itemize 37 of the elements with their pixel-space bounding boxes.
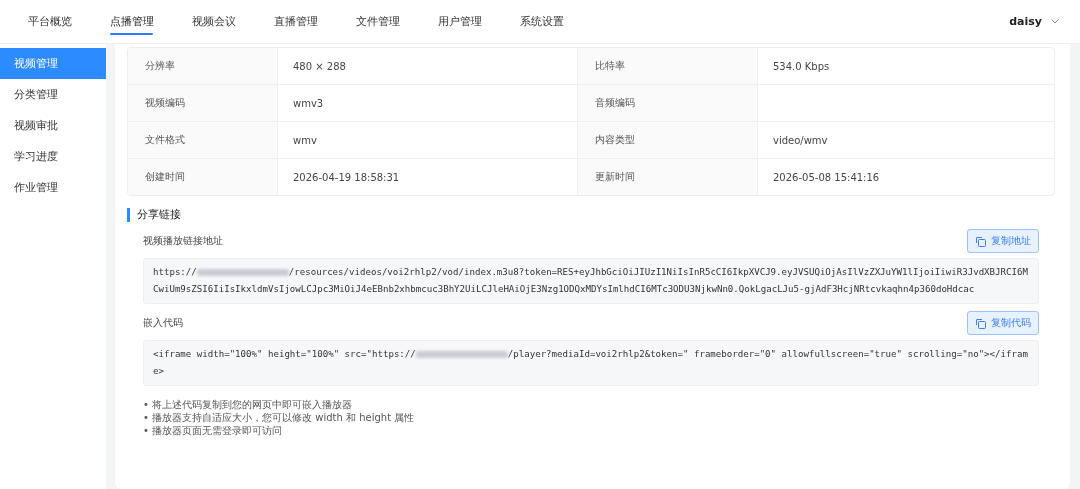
code-text: <iframe width="100%" height="100%" src="https:// /player?mediaId=voi2rhlp2&token=" frameborder="0" allowfullscreen="true" scrolling="no"></iframe> [153, 348, 1029, 378]
table-cell: 文件格式 [128, 122, 278, 158]
copy-icon [975, 235, 986, 247]
code-text: https:// /resources/videos/voi2rhlp2/vod/index.m3u8?token=RES+eyJhbGciOiJIUzI1NiIsInR5cCI6IkpXVCJ9.eyJVSUQiOjAsIlVzZXJuYW1lIjoiIiwiR3JvdXBJRCI6MCwiUm9sZSI6IiIsIkxldmVsIjowLCJpc3MiOiJ4eEBnb2xhbmcuc3BhY2UiLCJleHAiOjE3Nzg1ODQxMDYsImlhdCI6MTc3ODU3NjkwNn0.QokLgacLJu5-gjAdF3HcjNRtcvkaqhn4p360doHdcac [153, 266, 1029, 296]
table-cell: 更新时间 [578, 159, 758, 195]
table-cell-text: video/wmv [772, 133, 829, 148]
note-text: • 播放器页面无需登录即可访问 [143, 424, 284, 437]
nav-tab[interactable]: 视频会议 [192, 8, 274, 35]
nav-tab[interactable]: 直播管理 [274, 8, 356, 35]
nav-tab[interactable]: 平台概览 [28, 8, 110, 35]
section-marker [127, 207, 130, 222]
note-text: • 播放器支持自适应大小，您可以修改 width 和 height 属性 [143, 411, 416, 424]
table-cell-text: 534.0 Kbps [772, 59, 831, 74]
section-title: 分享链接 [137, 207, 181, 222]
copy-button[interactable]: 复制地址 [967, 229, 1039, 253]
table-cell: 分辨率 [128, 48, 278, 84]
user-name[interactable]: daisy [1009, 15, 1042, 28]
table-cell: 视频编码 [128, 85, 278, 121]
nav-tab[interactable]: 系统设置 [520, 8, 602, 35]
copy-button[interactable]: 复制代码 [967, 311, 1039, 335]
table-cell: 创建时间 [128, 159, 278, 195]
table-cell: 内容类型 [578, 122, 758, 158]
field-label: 视频播放链接地址 [143, 234, 223, 248]
sidebar-item[interactable]: 学习进度 [0, 141, 106, 172]
nav-tab[interactable]: 点播管理 [110, 8, 192, 35]
field-label: 嵌入代码 [143, 316, 183, 330]
table-cell-text: 2026-05-08 15:41:16 [772, 170, 881, 185]
note-text: • 将上述代码复制到您的网页中即可嵌入播放器 [143, 398, 354, 411]
table-cell: 音频编码 [578, 85, 758, 121]
sidebar-item[interactable]: 视频审批 [0, 110, 106, 141]
nav-tab[interactable]: 文件管理 [356, 8, 438, 35]
table-cell: 比特率 [578, 48, 758, 84]
sidebar-item[interactable]: 分类管理 [0, 79, 106, 110]
sidebar-item[interactable]: 作业管理 [0, 172, 106, 203]
nav-tab[interactable]: 用户管理 [438, 8, 520, 35]
chevron-down-icon[interactable] [1051, 19, 1059, 24]
copy-icon [975, 317, 986, 329]
